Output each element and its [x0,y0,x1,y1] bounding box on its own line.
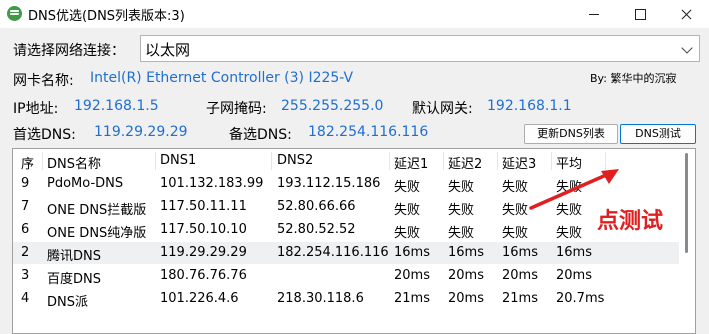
dns-test-button[interactable]: DNS测试 [620,124,696,144]
table-row[interactable]: 3 百度DNS 180.76.76.76 20ms 20ms 20ms 20ms [13,265,681,287]
cell-dns1: 101.132.183.99 [160,176,264,191]
cell-dns1: 117.50.11.11 [160,199,247,214]
ip-label: IP地址: [13,101,59,117]
primary-dns-label: 首选DNS: [13,127,76,143]
gateway-value: 192.168.1.1 [487,98,572,114]
window-title: DNS优选(DNS列表版本:3) [28,9,185,24]
cell-dns2: 193.112.15.186 [277,176,381,191]
author-credit: By: 繁华中的沉寂 [590,72,677,85]
cell-delay2: 16ms [448,245,484,260]
cell-name: DNS派 [47,295,88,310]
cell-delay2: 失败 [448,203,475,218]
mask-label: 子网掩码: [206,101,267,117]
cell-delay1: 21ms [394,291,430,306]
cell-delay2: 失败 [448,226,475,241]
cell-name: 腾讯DNS [47,249,101,264]
cell-delay3: 失败 [502,226,529,241]
cell-index: 2 [21,245,30,260]
cell-index: 7 [21,199,30,214]
cell-delay1: 20ms [394,268,430,283]
update-dns-list-button[interactable]: 更新DNS列表 [524,124,618,144]
cell-dns2: 52.80.52.52 [277,222,356,237]
cell-average: 20ms [556,268,592,283]
main-panel: 请选择网络连接： 以太网 网卡名称: Intel(R) Ethernet Con… [0,28,709,334]
cell-average: 16ms [556,245,592,260]
close-button[interactable] [663,0,709,28]
cell-delay1: 失败 [394,180,421,195]
table-row[interactable]: 6 ONE DNS纯净版 117.50.10.10 52.80.52.52 失败… [13,219,681,241]
cell-index: 3 [21,268,30,283]
minimize-button[interactable] [571,0,617,28]
cell-delay1: 失败 [394,226,421,241]
cell-average: 失败 [556,226,583,241]
header-index[interactable]: 序 [21,153,34,172]
header-delay1[interactable]: 延迟1 [394,153,428,172]
mask-value: 255.255.255.0 [281,98,384,114]
cell-average: 20.7ms [556,291,605,306]
scrollbar-thumb[interactable] [685,153,688,253]
app-icon [7,6,22,21]
adapter-select-value: 以太网 [145,41,191,59]
table-row-selected[interactable]: 2 腾讯DNS 119.29.29.29 182.254.116.116 16m… [13,242,681,264]
cell-delay2: 失败 [448,180,475,195]
vertical-scrollbar[interactable] [679,149,695,333]
header-delay2[interactable]: 延迟2 [448,153,482,172]
cell-dns2: 52.80.66.66 [277,199,356,214]
cell-dns2: 182.254.116.116 [277,245,389,260]
cell-dns1: 119.29.29.29 [160,245,247,260]
header-dns2[interactable]: DNS2 [277,153,313,168]
cell-dns1: 180.76.76.76 [160,268,247,283]
gateway-label: 默认网关: [412,101,473,117]
secondary-dns-value: 182.254.116.116 [308,124,429,140]
cell-delay1: 16ms [394,245,430,260]
cell-delay1: 失败 [394,203,421,218]
adapter-select[interactable]: 以太网 [140,35,700,62]
cell-delay2: 20ms [448,268,484,283]
nic-name-value: Intel(R) Ethernet Controller (3) I225-V [90,70,354,86]
cell-dns1: 117.50.10.10 [160,222,247,237]
ip-value: 192.168.1.5 [74,98,159,114]
cell-delay3: 16ms [502,245,538,260]
maximize-button[interactable] [617,0,663,28]
cell-name: ONE DNS纯净版 [47,226,147,241]
chevron-down-icon [681,42,693,54]
annotation-text: 点测试 [597,209,664,234]
adapter-select-label: 请选择网络连接： [13,43,125,59]
cell-name: PdoMo-DNS [47,176,124,191]
secondary-dns-label: 备选DNS: [229,127,292,143]
header-dns1[interactable]: DNS1 [160,153,196,168]
title-bar: DNS优选(DNS列表版本:3) [0,0,709,28]
cell-name: 百度DNS [47,272,101,287]
nic-name-label: 网卡名称: [13,73,74,89]
cell-index: 6 [21,222,30,237]
table-row[interactable]: 4 DNS派 101.226.4.6 218.30.118.6 21ms 20m… [13,288,681,310]
cell-name: ONE DNS拦截版 [47,203,147,218]
header-name[interactable]: DNS名称 [47,153,101,172]
cell-delay3: 21ms [502,291,538,306]
cell-dns1: 101.226.4.6 [160,291,239,306]
cell-index: 4 [21,291,30,306]
cell-dns2: 218.30.118.6 [277,291,364,306]
primary-dns-value: 119.29.29.29 [94,124,188,140]
cell-index: 9 [21,176,30,191]
cell-delay3: 20ms [502,268,538,283]
cell-delay2: 20ms [448,291,484,306]
